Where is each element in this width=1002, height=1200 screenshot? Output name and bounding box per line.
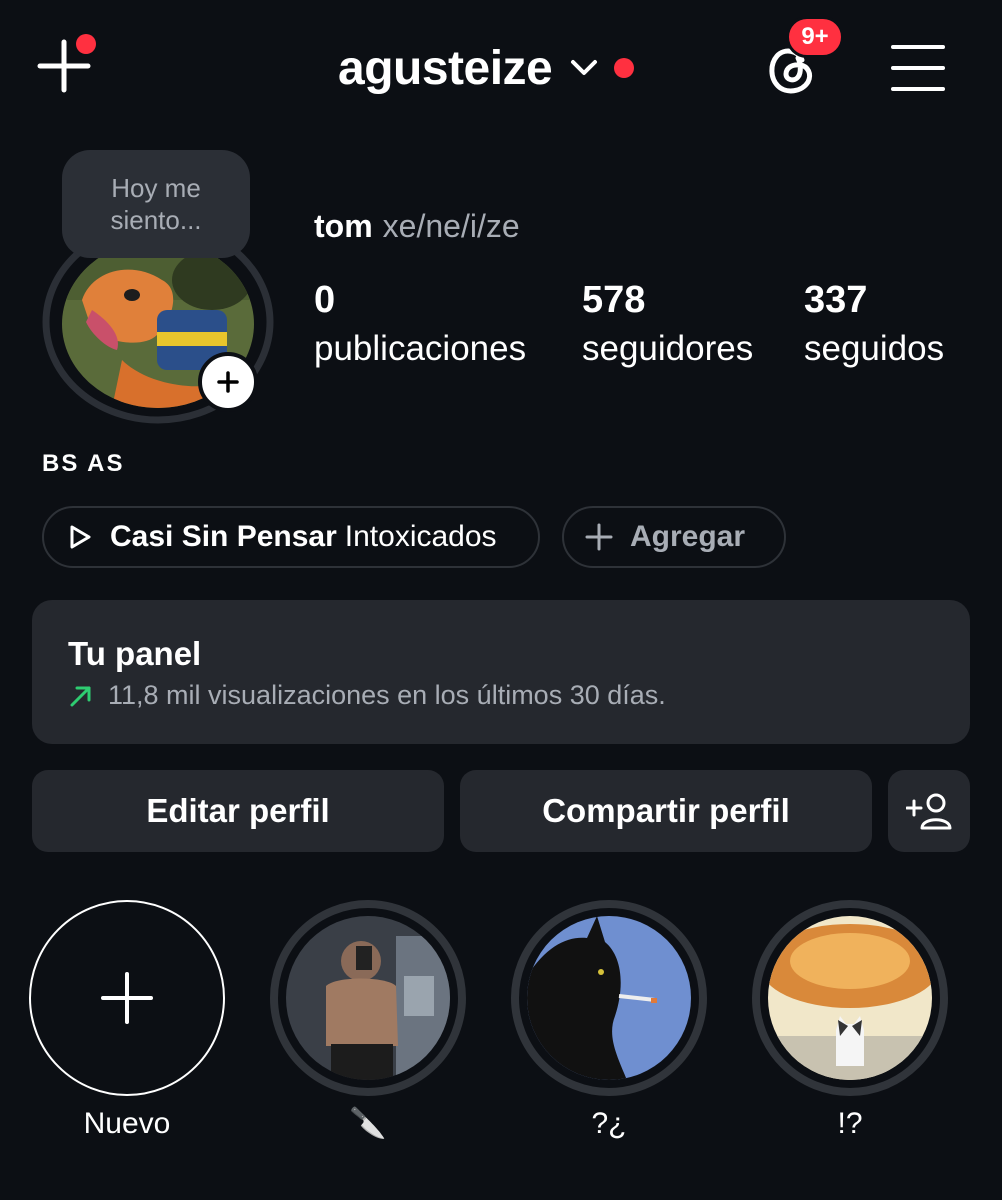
highlight-circle[interactable] bbox=[511, 900, 707, 1096]
highlight-label: !? bbox=[837, 1107, 863, 1140]
highlight-item[interactable]: !? bbox=[752, 900, 948, 1144]
stat-value: 0 bbox=[314, 279, 336, 321]
new-highlight-circle[interactable] bbox=[29, 900, 225, 1096]
stat-label: seguidos bbox=[804, 329, 945, 368]
panel-subtitle-row: 11,8 mil visualizaciones en los últimos … bbox=[68, 680, 934, 711]
stat-value: 337 bbox=[804, 279, 868, 321]
add-person-icon bbox=[906, 793, 952, 830]
hamburger-menu-icon[interactable] bbox=[890, 42, 946, 94]
panel-subtitle: 11,8 mil visualizaciones en los últimos … bbox=[108, 680, 666, 710]
pronouns: xe/ne/i/ze bbox=[382, 208, 520, 244]
play-icon bbox=[70, 525, 91, 549]
highlight-cover bbox=[527, 916, 691, 1080]
plus-icon bbox=[217, 371, 239, 393]
add-chip-label: Agregar bbox=[630, 520, 746, 553]
highlight-circle[interactable] bbox=[752, 900, 948, 1096]
highlight-item[interactable]: ?¿ bbox=[511, 900, 707, 1144]
new-highlight[interactable]: Nuevo bbox=[29, 900, 225, 1144]
stat-label: publicaciones bbox=[314, 329, 527, 368]
profile-screen: agusteize 9+ Hoy me siento... tom xe/ne/… bbox=[0, 0, 1002, 1200]
highlight-cover bbox=[768, 916, 932, 1080]
account-switcher[interactable]: agusteize bbox=[338, 36, 635, 100]
note-bubble[interactable]: Hoy me siento... bbox=[62, 150, 250, 258]
trend-up-arrow-icon bbox=[70, 686, 91, 706]
highlight-circle[interactable] bbox=[270, 900, 466, 1096]
panel-title: Tu panel bbox=[68, 635, 202, 672]
stat-value: 578 bbox=[582, 279, 646, 321]
highlight-label: Nuevo bbox=[83, 1107, 171, 1140]
stat-following[interactable]: 337 seguidos bbox=[804, 278, 944, 370]
account-notification-dot bbox=[614, 58, 635, 78]
stat-followers[interactable]: 578 seguidores bbox=[582, 278, 753, 370]
name-row: tom xe/ne/i/ze bbox=[314, 208, 520, 245]
create-notification-dot bbox=[76, 34, 96, 54]
plus-icon bbox=[101, 972, 153, 1024]
bio-location: BS AS bbox=[42, 450, 125, 477]
display-name: tom bbox=[314, 208, 373, 244]
notifications-badge: 9+ bbox=[786, 16, 844, 58]
song-artist: Intoxicados bbox=[344, 520, 497, 553]
professional-dashboard[interactable]: Tu panel 11,8 mil visualizaciones en los… bbox=[32, 600, 970, 744]
song-title: Casi Sin Pensar bbox=[110, 520, 337, 553]
add-chip[interactable]: Agregar bbox=[562, 506, 786, 568]
music-chip[interactable]: Casi Sin Pensar Intoxicados bbox=[42, 506, 540, 568]
share-profile-button[interactable]: Compartir perfil bbox=[460, 770, 872, 852]
highlight-item[interactable]: 🔪 bbox=[270, 900, 466, 1144]
stat-label: seguidores bbox=[582, 329, 754, 368]
stat-posts[interactable]: 0 publicaciones bbox=[314, 278, 526, 370]
edit-profile-button[interactable]: Editar perfil bbox=[32, 770, 444, 852]
header-username: agusteize bbox=[338, 41, 553, 95]
highlight-label: ?¿ bbox=[591, 1107, 627, 1140]
highlight-label: 🔪 bbox=[349, 1107, 387, 1140]
discover-people-button[interactable] bbox=[888, 770, 970, 852]
add-story-button[interactable] bbox=[198, 352, 258, 412]
chevron-down-icon bbox=[571, 60, 598, 75]
plus-icon bbox=[585, 523, 613, 551]
highlight-cover bbox=[286, 916, 450, 1080]
